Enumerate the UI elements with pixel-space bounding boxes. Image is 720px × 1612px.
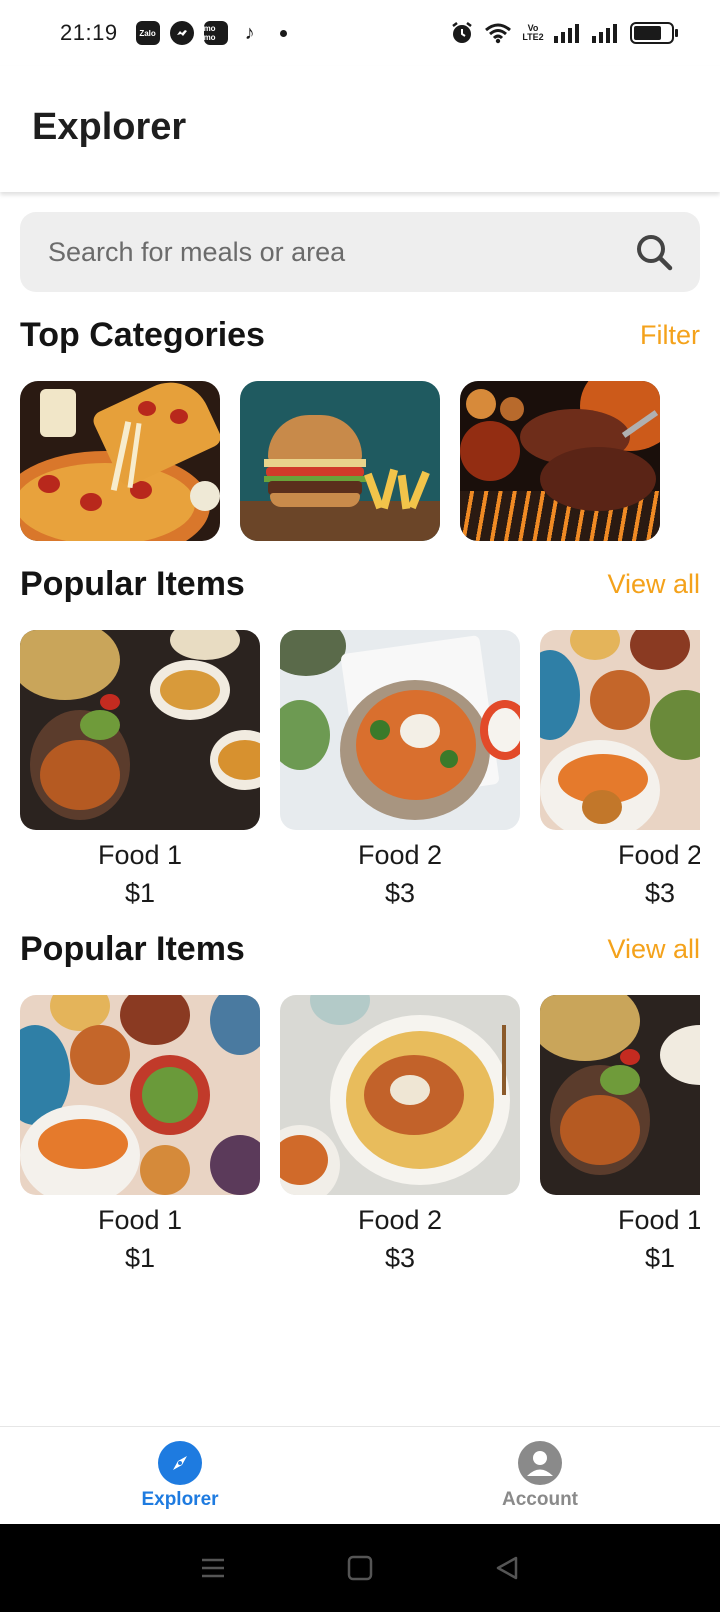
nav-item-account[interactable]: Account xyxy=(360,1427,720,1524)
categories-title: Top Categories xyxy=(20,316,265,354)
food-name: Food 1 xyxy=(97,1205,183,1235)
zalo-icon: Zalo xyxy=(135,21,160,45)
popular-title-1: Popular Items xyxy=(20,565,245,603)
food-price: $3 xyxy=(384,1243,416,1273)
wifi-icon xyxy=(484,22,512,44)
search-input[interactable] xyxy=(48,236,632,268)
tiktok-icon: ♪ xyxy=(244,21,255,44)
food-card[interactable]: Food 2 $3 xyxy=(540,630,700,910)
status-time: 21:19 xyxy=(60,20,118,45)
food-image xyxy=(20,995,260,1195)
popular-list-1[interactable]: Food 1 $1 Food 2 $3 Food 2 $3 xyxy=(20,630,700,920)
food-card[interactable]: Food 1 $1 xyxy=(540,995,700,1275)
page-title: Explorer xyxy=(32,106,187,148)
food-name: Food 1 xyxy=(617,1205,700,1235)
food-price: $3 xyxy=(644,878,676,908)
food-price: $3 xyxy=(384,878,416,908)
notification-icons: Zalo mo mo ♪ xyxy=(135,21,287,45)
volte-icon: Vo LTE2 xyxy=(522,23,544,42)
category-card-pizza[interactable] xyxy=(20,381,220,541)
home-icon[interactable] xyxy=(345,1553,375,1583)
system-navigation-bar xyxy=(0,1524,720,1612)
back-icon[interactable] xyxy=(492,1553,522,1583)
compass-icon xyxy=(158,1440,202,1485)
food-card[interactable]: Food 1 $1 xyxy=(20,995,260,1275)
food-name: Food 2 xyxy=(357,1205,443,1235)
bottom-navigation: Explorer Account xyxy=(0,1426,720,1524)
food-price: $1 xyxy=(124,878,156,908)
signal-icon xyxy=(554,23,582,43)
popular-title-2: Popular Items xyxy=(20,930,245,968)
popular-header-2: Popular Items View all xyxy=(20,930,700,969)
food-image xyxy=(280,630,520,830)
alarm-icon xyxy=(450,21,474,45)
popular-header-1: Popular Items View all xyxy=(20,565,700,604)
more-notifications-dot xyxy=(279,29,287,37)
food-image xyxy=(540,630,700,830)
food-price: $1 xyxy=(644,1243,676,1273)
app-header: Explorer xyxy=(0,66,720,192)
account-icon xyxy=(518,1440,562,1485)
view-all-button-2[interactable]: View all xyxy=(607,934,700,965)
burger-image xyxy=(240,381,440,541)
food-image xyxy=(540,995,700,1195)
food-card[interactable]: Food 2 $3 xyxy=(280,995,520,1275)
food-price: $1 xyxy=(124,1243,156,1273)
category-list xyxy=(20,381,660,541)
food-name: Food 1 xyxy=(97,840,183,870)
filter-button[interactable]: Filter xyxy=(640,320,700,351)
nav-item-explorer[interactable]: Explorer xyxy=(0,1427,360,1524)
food-image xyxy=(280,995,520,1195)
food-image xyxy=(20,630,260,830)
categories-header: Top Categories Filter xyxy=(20,316,700,355)
view-all-button-1[interactable]: View all xyxy=(607,569,700,600)
search-bar[interactable] xyxy=(20,212,700,292)
status-bar: 21:19 Zalo mo mo ♪ Vo LTE2 xyxy=(0,0,720,66)
signal-icon-2 xyxy=(592,23,620,43)
messenger-icon xyxy=(169,21,194,45)
food-name: Food 2 xyxy=(357,840,443,870)
pizza-image xyxy=(20,381,220,541)
popular-list-2[interactable]: Food 1 $1 Food 2 $3 Food 1 $1 xyxy=(20,995,700,1285)
category-card-burger[interactable] xyxy=(240,381,440,541)
food-name: Food 2 xyxy=(617,840,700,870)
nav-label-account: Account xyxy=(502,1488,578,1510)
menu-icon[interactable] xyxy=(198,1553,228,1583)
category-card-steak[interactable] xyxy=(460,381,660,541)
food-card[interactable]: Food 2 $3 xyxy=(280,630,520,910)
battery-icon xyxy=(630,22,678,44)
search-icon[interactable] xyxy=(632,230,676,274)
battery-level xyxy=(634,26,661,40)
momo-icon: mo mo xyxy=(203,21,228,45)
steak-image xyxy=(460,381,660,541)
nav-label-explorer: Explorer xyxy=(141,1488,219,1510)
food-card[interactable]: Food 1 $1 xyxy=(20,630,260,910)
